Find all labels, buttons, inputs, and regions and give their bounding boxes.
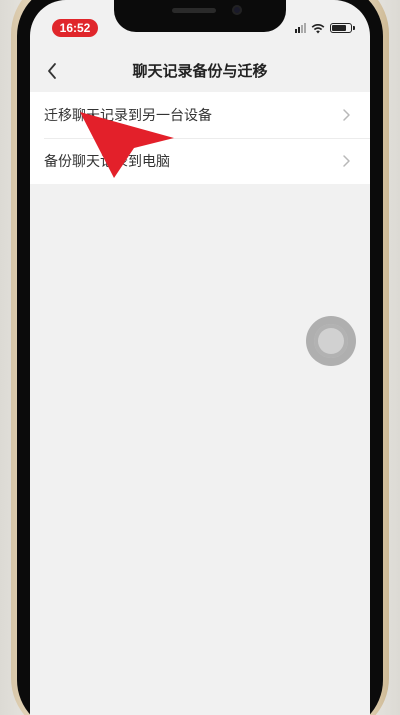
notch — [114, 0, 286, 32]
page-title: 聊天记录备份与迁移 — [132, 62, 268, 80]
assistive-touch-icon — [314, 324, 348, 358]
backup-chat-history-item[interactable]: 备份聊天记录到电脑 — [30, 138, 370, 184]
speaker-grille — [172, 8, 216, 13]
video-frame: 16:52 聊天记录备份与迁移 迁移聊天记录到另一台设备 备份聊天记录到电脑 — [0, 0, 400, 715]
chevron-right-icon — [343, 155, 350, 167]
navigation-bar: 聊天记录备份与迁移 — [30, 48, 370, 94]
status-icons — [295, 22, 355, 34]
phone-screen: 16:52 聊天记录备份与迁移 迁移聊天记录到另一台设备 备份聊天记录到电脑 — [30, 0, 370, 715]
wifi-icon — [311, 23, 325, 33]
menu-item-label: 备份聊天记录到电脑 — [44, 154, 170, 170]
signal-icon — [295, 23, 306, 33]
menu-list: 迁移聊天记录到另一台设备 备份聊天记录到电脑 — [30, 92, 370, 184]
front-camera — [232, 5, 242, 15]
status-time: 16:52 — [52, 19, 98, 37]
chevron-right-icon — [343, 109, 350, 121]
menu-item-label: 迁移聊天记录到另一台设备 — [44, 108, 212, 124]
battery-icon — [330, 23, 355, 33]
migrate-chat-history-item[interactable]: 迁移聊天记录到另一台设备 — [30, 92, 370, 138]
assistive-touch-button[interactable] — [306, 316, 356, 366]
battery-level — [332, 25, 346, 31]
